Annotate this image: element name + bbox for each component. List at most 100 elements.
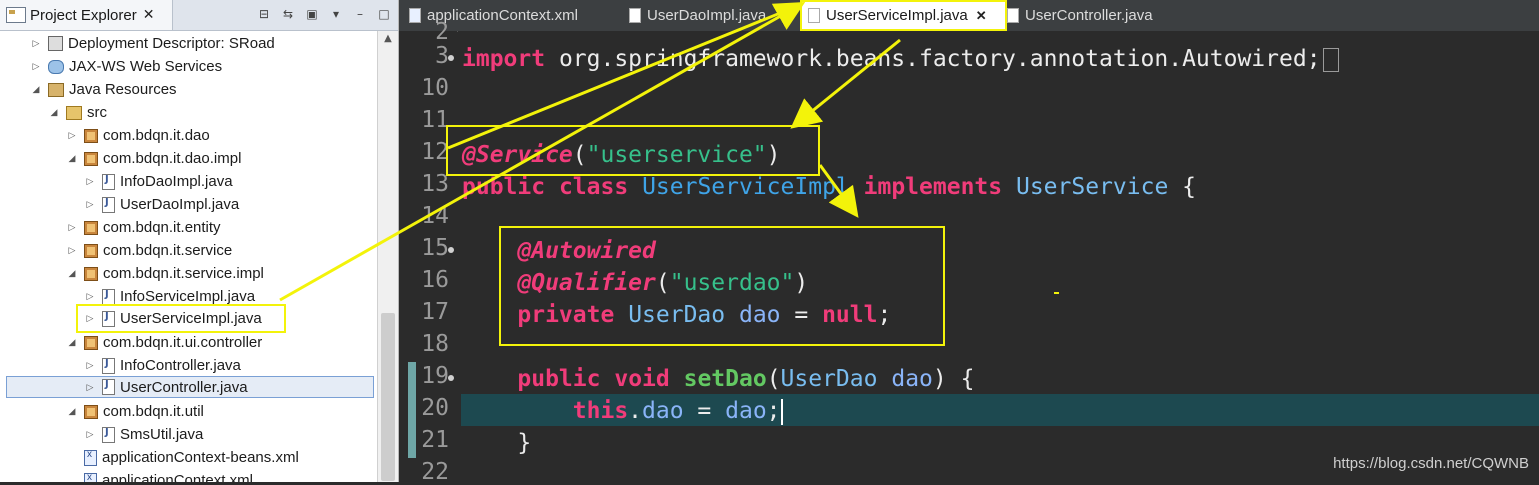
collapse-icon[interactable]: ◢: [66, 406, 78, 417]
expand-icon[interactable]: ▷: [84, 313, 96, 324]
tree-scrollbar[interactable]: ▲: [377, 31, 398, 482]
keyword: public: [517, 366, 601, 392]
tab-label: applicationContext.xml: [427, 7, 578, 24]
fold-expand-icon[interactable]: [448, 55, 454, 61]
package-icon: [84, 404, 98, 419]
collapse-icon[interactable]: ◢: [66, 153, 78, 164]
tree-item-label: JAX-WS Web Services: [69, 58, 223, 75]
expand-icon[interactable]: ▷: [66, 130, 78, 141]
java-file-icon: [629, 8, 641, 23]
collapse-icon[interactable]: ◢: [66, 268, 78, 279]
tree-item-package[interactable]: ▷ com.bdqn.it.dao: [66, 124, 210, 147]
minimize-icon[interactable]: –: [350, 4, 370, 24]
tree-item-package[interactable]: ◢ com.bdqn.it.util: [66, 400, 204, 423]
paren: (: [766, 366, 781, 392]
expand-icon[interactable]: ▷: [84, 382, 96, 393]
tree-item-package[interactable]: ◢ com.bdqn.it.service.impl: [66, 262, 264, 285]
tree-item-deployment-descriptor[interactable]: ▷ Deployment Descriptor: SRoad: [30, 32, 275, 55]
xml-file-icon: [84, 472, 97, 482]
expand-icon[interactable]: ▷: [84, 291, 96, 302]
tree-item-file[interactable]: ▷ SmsUtil.java: [84, 423, 204, 446]
dot: .: [628, 398, 643, 424]
tree-item-file[interactable]: ▷ InfoDaoImpl.java: [84, 170, 233, 193]
project-explorer-title: Project Explorer: [30, 6, 137, 24]
collapse-all-icon[interactable]: ⊟: [254, 4, 274, 24]
tree-item-label: Java Resources: [69, 81, 177, 98]
tree-item-label: applicationContext-beans.xml: [102, 449, 299, 466]
tree-item-label: InfoServiceImpl.java: [120, 288, 256, 305]
code-line-close-brace: }: [462, 427, 531, 459]
tree-item-jax-ws[interactable]: ▷ JAX-WS Web Services: [30, 55, 223, 78]
field-name: dao: [642, 398, 684, 424]
tab-user-dao-impl[interactable]: UserDaoImpl.java: [629, 0, 766, 31]
package-icon: [84, 151, 98, 166]
tree-item-label: com.bdqn.it.entity: [103, 219, 221, 236]
expand-icon[interactable]: ▷: [84, 360, 96, 371]
tab-project-explorer[interactable]: Project Explorer ✕: [0, 0, 173, 30]
tree-item-file[interactable]: applicationContext-beans.xml: [84, 446, 299, 469]
brace: }: [517, 430, 532, 456]
method-name: setDao: [683, 366, 767, 392]
close-icon[interactable]: ✕: [143, 7, 155, 23]
expand-icon[interactable]: ▷: [66, 222, 78, 233]
scrollbar-thumb[interactable]: [381, 313, 395, 481]
line-number: 19: [421, 363, 449, 389]
collapse-icon[interactable]: ◢: [48, 107, 60, 118]
tree-item-package[interactable]: ◢ com.bdqn.it.ui.controller: [66, 331, 263, 354]
tab-user-controller[interactable]: UserController.java: [1007, 0, 1153, 31]
descriptor-icon: [48, 36, 63, 51]
tree-item-file-selected[interactable]: ▷ UserController.java: [6, 376, 374, 398]
collapse-icon[interactable]: ◢: [30, 84, 42, 95]
tree-item-package[interactable]: ▷ com.bdqn.it.entity: [66, 216, 221, 239]
project-explorer-icon: [6, 7, 26, 23]
line-number: 11: [421, 107, 449, 133]
tree-item-file-highlighted[interactable]: ▷ UserServiceImpl.java: [76, 304, 286, 333]
expand-icon[interactable]: ▷: [84, 429, 96, 440]
expand-icon[interactable]: ▷: [30, 61, 42, 72]
tree-item-file[interactable]: ▷ InfoController.java: [84, 354, 241, 377]
expand-icon[interactable]: ▷: [84, 199, 96, 210]
operator: =: [683, 398, 726, 424]
package-icon: [84, 266, 98, 281]
tree-item-file[interactable]: ▷ InfoServiceImpl.java: [84, 285, 256, 308]
tree-item-java-resources[interactable]: ◢ Java Resources: [30, 78, 177, 101]
explorer-toolbar: ⊟ ⇆ ▣ ▾ – □: [254, 4, 394, 24]
tree-item-src[interactable]: ◢ src: [48, 101, 107, 124]
web-services-icon: [48, 59, 64, 74]
scroll-up-icon[interactable]: ▲: [378, 33, 398, 49]
focus-icon[interactable]: ▣: [302, 4, 322, 24]
line-number: 17: [421, 299, 449, 325]
close-icon[interactable]: ✕: [976, 8, 987, 24]
keyword: this: [572, 398, 629, 424]
keyword: void: [614, 366, 670, 392]
fold-collapse-icon[interactable]: [448, 247, 454, 253]
java-file-icon: [102, 379, 115, 395]
java-file-icon: [102, 310, 115, 327]
tree-item-file[interactable]: applicationContext.xml: [84, 469, 253, 482]
expand-icon[interactable]: ▷: [84, 176, 96, 187]
fold-collapse-icon[interactable]: [448, 375, 454, 381]
collapse-icon[interactable]: ◢: [66, 337, 78, 348]
watermark-text: https://blog.csdn.net/CQWNB: [1333, 455, 1529, 472]
service-annotation-highlight-box: [446, 125, 820, 176]
tree-item-file[interactable]: ▷ UserDaoImpl.java: [84, 193, 240, 216]
expand-icon[interactable]: ▷: [66, 245, 78, 256]
view-menu-icon[interactable]: ▾: [326, 4, 346, 24]
paren: ) {: [932, 366, 975, 392]
tree-item-package[interactable]: ▷ com.bdqn.it.service: [66, 239, 233, 262]
tab-user-service-impl[interactable]: UserServiceImpl.java ✕: [800, 0, 1007, 31]
java-file-icon: [102, 357, 115, 374]
maximize-icon[interactable]: □: [374, 4, 394, 24]
tree-item-label: com.bdqn.it.service.impl: [103, 265, 264, 282]
tab-label: UserDaoImpl.java: [647, 7, 767, 24]
package-icon: [84, 335, 98, 350]
link-with-editor-icon[interactable]: ⇆: [278, 4, 298, 24]
folded-region-icon[interactable]: [1322, 47, 1339, 72]
tree-item-label: UserServiceImpl.java: [120, 310, 262, 327]
tree-item-package[interactable]: ◢ com.bdqn.it.dao.impl: [66, 147, 242, 170]
tree-item-label: SmsUtil.java: [120, 426, 204, 443]
autowired-highlight-box: [499, 226, 945, 346]
expand-icon[interactable]: ▷: [30, 38, 42, 49]
editor-tab-bar: applicationContext.xml UserDaoImpl.java …: [399, 0, 1539, 32]
package-icon: [84, 128, 98, 143]
